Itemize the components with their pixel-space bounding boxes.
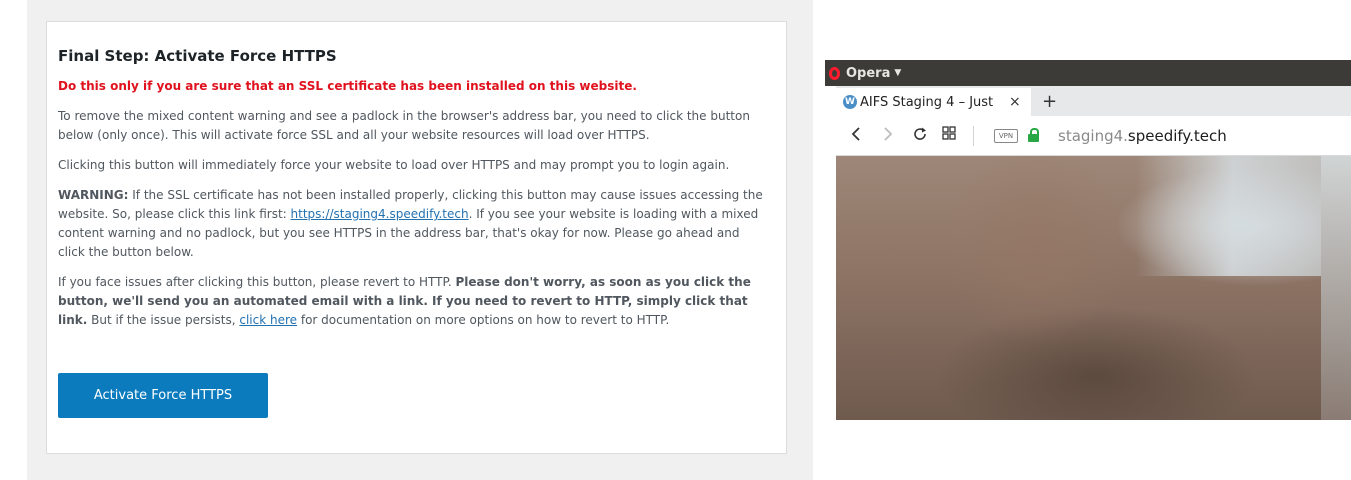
lock-icon[interactable] <box>1028 128 1039 142</box>
browser-tab[interactable]: W AIFS Staging 4 – Just × <box>836 88 1031 116</box>
toolbar-divider <box>973 126 974 146</box>
revert-text-end: for documentation on more options on how… <box>297 313 670 327</box>
warning-paragraph: WARNING: If the SSL certificate has not … <box>58 186 770 262</box>
blurred-hero-image <box>836 156 1351 420</box>
vpn-badge[interactable]: VPN <box>994 129 1018 143</box>
app-name: Opera <box>846 65 891 81</box>
documentation-link[interactable]: click here <box>239 313 297 327</box>
ssl-alert: Do this only if you are sure that an SSL… <box>58 79 637 93</box>
revert-text: If you face issues after clicking this b… <box>58 275 456 289</box>
wordpress-icon: W <box>843 95 857 109</box>
revert-text-cont: But if the issue persists, <box>87 313 240 327</box>
tab-bar: W AIFS Staging 4 – Just × + <box>836 86 1351 116</box>
new-tab-button[interactable]: + <box>1042 91 1057 112</box>
wall-region <box>1321 156 1351 420</box>
instructions-paragraph: To remove the mixed content warning and … <box>58 109 750 142</box>
speed-dial-grid-icon[interactable] <box>942 126 956 144</box>
forward-icon[interactable] <box>882 126 894 146</box>
staging-site-link[interactable]: https://staging4.speedify.tech <box>291 207 469 221</box>
warning-label: WARNING: <box>58 188 129 202</box>
force-notice-paragraph: Clicking this button will immediately fo… <box>58 158 730 172</box>
force-https-card: Final Step: Activate Force HTTPS Do this… <box>46 21 787 454</box>
back-icon[interactable] <box>850 126 862 146</box>
opera-logo-icon <box>829 66 840 80</box>
card-title: Final Step: Activate Force HTTPS <box>58 47 337 65</box>
revert-paragraph: If you face issues after clicking this b… <box>58 273 770 330</box>
tab-title: AIFS Staging 4 – Just <box>860 94 994 110</box>
sidebar-strip <box>825 86 836 420</box>
address-bar-row: VPN staging4.speedify.tech <box>836 116 1351 156</box>
activate-force-https-button[interactable]: Activate Force HTTPS <box>58 373 268 418</box>
close-tab-icon[interactable]: × <box>1009 94 1021 110</box>
reload-icon[interactable] <box>912 126 928 146</box>
window-light-region <box>1136 156 1351 276</box>
caret-down-icon: ▼ <box>894 68 902 78</box>
card-content: Final Step: Activate Force HTTPS Do this… <box>58 46 770 341</box>
browser-screenshot: Opera ▼ W AIFS Staging 4 – Just × + VPN … <box>825 60 1351 420</box>
url-subdomain: staging4. <box>1058 127 1128 145</box>
browser-titlebar: Opera ▼ <box>825 60 1351 86</box>
address-field[interactable]: staging4.speedify.tech <box>1058 126 1227 146</box>
url-domain: speedify.tech <box>1127 127 1227 145</box>
